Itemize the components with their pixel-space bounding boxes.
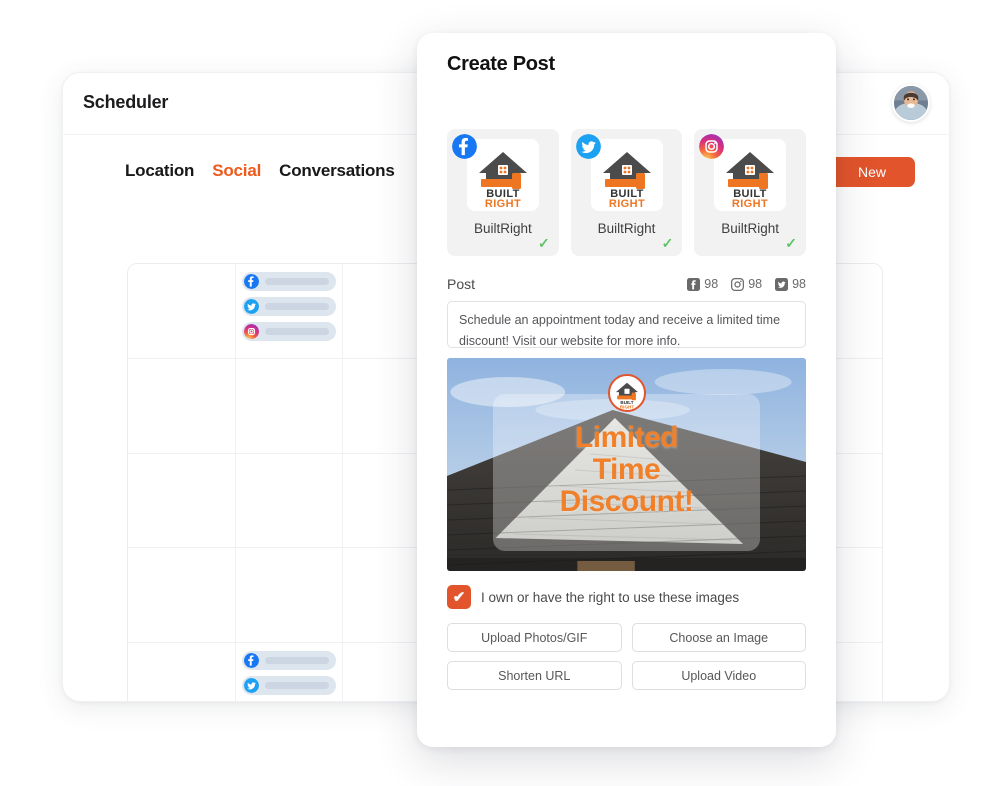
check-icon: ✓: [537, 235, 550, 251]
svg-text:RIGHT: RIGHT: [619, 404, 633, 409]
account-name: BuiltRight: [597, 221, 656, 236]
pill-placeholder-bar: [264, 682, 330, 690]
calendar-cell[interactable]: [236, 643, 344, 702]
upload-video-button[interactable]: Upload Video: [631, 661, 806, 690]
check-icon: ✓: [661, 235, 674, 251]
post-composer-textarea[interactable]: Schedule an appointment today and receiv…: [447, 301, 806, 348]
scheduled-post-pill[interactable]: [241, 322, 337, 341]
image-rights-row: ✔ I own or have the right to use these i…: [447, 585, 806, 609]
modal-header: Create Post: [417, 33, 836, 95]
pill-placeholder-bar: [264, 328, 330, 335]
pill-placeholder-bar: [264, 657, 330, 665]
twitter-icon: [575, 134, 601, 159]
svg-text:RIGHT: RIGHT: [732, 198, 768, 210]
create-post-modal: Create Post BUILT RIGHT BuiltRight ✓ BUI…: [417, 33, 836, 747]
headline-line-3: Discount!: [559, 484, 694, 518]
svg-text:RIGHT: RIGHT: [608, 198, 644, 210]
twitter-icon: [243, 678, 259, 694]
post-label: Post: [447, 276, 476, 292]
tab-location[interactable]: Location: [125, 161, 194, 181]
image-rights-label: I own or have the right to use these ima…: [481, 589, 740, 605]
avatar-photo: [894, 86, 928, 120]
calendar-cell[interactable]: [235, 548, 344, 644]
preview-headline: Limited Time Discount!: [447, 422, 806, 517]
check-icon: ✓: [785, 235, 798, 251]
headline-line-1: Limited: [574, 421, 679, 454]
builtright-logo-badge: BUILT RIGHT: [607, 374, 646, 412]
twitter-icon: [775, 277, 789, 291]
avatar[interactable]: [892, 84, 930, 122]
account-card-facebook[interactable]: BUILT RIGHT BuiltRight ✓: [447, 129, 559, 256]
image-preview[interactable]: BUILT RIGHT Limited Time Discount!: [447, 358, 806, 571]
screen-root: Scheduler Location Social Conversations …: [0, 0, 1000, 786]
facebook-icon: [243, 274, 259, 289]
account-name: BuiltRight: [721, 221, 780, 236]
calendar-cell[interactable]: [235, 453, 344, 549]
tab-social[interactable]: Social: [212, 161, 261, 181]
check-icon: ✔: [452, 589, 466, 606]
calendar-cell[interactable]: [128, 548, 236, 644]
facebook-icon: [687, 277, 701, 291]
calendar-cell[interactable]: [235, 358, 344, 454]
scheduled-post-pill[interactable]: [241, 651, 337, 671]
counter-value: 98: [704, 277, 719, 291]
calendar-cell[interactable]: [128, 264, 236, 359]
instagram-icon: [731, 277, 745, 291]
page-title: Scheduler: [83, 92, 169, 112]
counter-instagram: 98: [731, 277, 762, 291]
character-counters: 98 98 98: [687, 277, 806, 291]
twitter-icon: [243, 299, 259, 314]
shorten-url-button[interactable]: Shorten URL: [447, 661, 622, 690]
tab-conversations[interactable]: Conversations: [279, 161, 395, 181]
choose-an-image-button[interactable]: Choose an Image: [631, 623, 806, 652]
counter-value: 98: [748, 277, 763, 291]
counter-twitter: 98: [775, 277, 806, 291]
facebook-icon: [243, 653, 259, 669]
scheduler-tabs: Location Social Conversations: [125, 161, 395, 181]
account-name: BuiltRight: [473, 221, 532, 236]
media-actions: Upload Photos/GIF Choose an Image Shorte…: [447, 623, 806, 690]
pill-placeholder-bar: [264, 303, 330, 310]
scheduled-post-pill[interactable]: [241, 676, 337, 696]
builtright-logo: BUILT RIGHT: [590, 139, 663, 211]
counter-value: 98: [792, 277, 806, 291]
calendar-cell[interactable]: [128, 453, 236, 549]
calendar-cell[interactable]: [128, 358, 236, 454]
builtright-logo: BUILT RIGHT: [714, 139, 787, 211]
image-rights-checkbox[interactable]: ✔: [447, 585, 471, 609]
modal-body: BUILT RIGHT BuiltRight ✓ BUILT RIGHT Bui…: [417, 129, 836, 690]
upload-photos-gif-button[interactable]: Upload Photos/GIF: [447, 623, 622, 652]
account-selector: BUILT RIGHT BuiltRight ✓ BUILT RIGHT Bui…: [447, 129, 807, 256]
new-post-button[interactable]: New: [829, 157, 915, 187]
counter-facebook: 98: [687, 277, 718, 291]
post-label-row: Post 98 98 98: [447, 276, 806, 292]
builtright-logo: BUILT RIGHT: [615, 382, 638, 409]
scheduled-post-pill[interactable]: [241, 272, 337, 291]
calendar-cell[interactable]: [235, 264, 344, 359]
svg-text:RIGHT: RIGHT: [485, 198, 521, 210]
builtright-logo: BUILT RIGHT: [466, 139, 539, 211]
scheduled-post-pill[interactable]: [241, 297, 337, 316]
instagram-icon: [243, 324, 259, 339]
pill-placeholder-bar: [264, 278, 330, 285]
scheduled-post-pill[interactable]: [242, 701, 337, 702]
headline-line-2: Time: [592, 452, 661, 486]
account-card-twitter[interactable]: BUILT RIGHT BuiltRight ✓: [570, 129, 683, 256]
account-card-instagram[interactable]: BUILT RIGHT BuiltRight ✓: [694, 129, 807, 256]
facebook-icon: [452, 134, 477, 159]
modal-title: Create Post: [447, 53, 555, 75]
calendar-cell[interactable]: [128, 643, 236, 701]
